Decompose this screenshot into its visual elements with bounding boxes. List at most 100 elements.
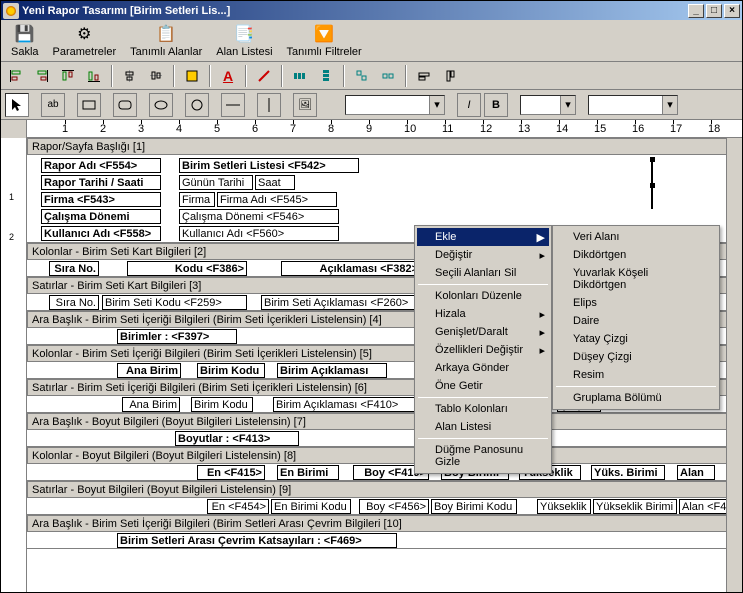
arrange1-button[interactable] (413, 65, 435, 87)
row-sira[interactable]: Sıra No. (49, 295, 99, 310)
menu-duzenle[interactable]: Kolonları Düzenle (417, 287, 549, 305)
menu-genislet[interactable]: Genişlet/Daralt▸ (417, 323, 549, 341)
bold-text-button[interactable]: B (484, 93, 508, 117)
params-button[interactable]: ⚙ Parametreler (47, 22, 123, 59)
col5-kodu[interactable]: Birim Kodu (197, 363, 265, 378)
section-page-header[interactable]: ▶ Rapor/Sayfa Başlığı [1] (27, 138, 742, 155)
row-kodu[interactable]: Birim Seti Kodu <F259> (102, 295, 247, 310)
field-rapor-adi[interactable]: Birim Setleri Listesi <F542> (179, 158, 359, 173)
image-tool[interactable]: 🖼 (293, 93, 317, 117)
italic-button[interactable] (253, 65, 275, 87)
field-saat[interactable]: Saat (255, 175, 295, 190)
label-tarih[interactable]: Rapor Tarihi / Saati (41, 175, 161, 190)
menu-tablo[interactable]: Tablo Kolonları (417, 400, 549, 418)
col-acik[interactable]: Açıklaması <F382> (281, 261, 421, 276)
label-kullanici[interactable]: Kullanıcı Adı <F558> (41, 226, 161, 241)
zoom-combo[interactable]: ▾ (588, 95, 678, 115)
menu-sil[interactable]: Seçili Alanları Sil (417, 264, 549, 282)
italic-text-button[interactable]: I (457, 93, 481, 117)
row9-yuk[interactable]: Yükseklik (537, 499, 591, 514)
col8-alan[interactable]: Alan (677, 465, 715, 480)
ellipse-tool[interactable] (149, 93, 173, 117)
align-right-button[interactable] (31, 65, 53, 87)
submenu-yuvarlak[interactable]: Yuvarlak Köşeli Dikdörtgen (555, 264, 717, 294)
field-firma1[interactable]: Firma (179, 192, 215, 207)
col5-ana[interactable]: Ana Birim (117, 363, 181, 378)
circle-tool[interactable] (185, 93, 209, 117)
center-h-button[interactable] (119, 65, 141, 87)
menu-hizala[interactable]: Hizala▸ (417, 305, 549, 323)
vertical-scrollbar[interactable] (726, 138, 742, 592)
roundrect-tool[interactable] (113, 93, 137, 117)
menu-arkaya[interactable]: Arkaya Gönder (417, 359, 549, 377)
field-cevrim[interactable]: Birim Setleri Arası Çevrim Katsayıları :… (117, 533, 397, 548)
pointer-tool[interactable] (5, 93, 29, 117)
menu-dugme[interactable]: Düğme Panosunu Gizle (417, 441, 549, 471)
section-head7[interactable]: Ara Başlık - Boyut Bilgileri (Boyut Bilg… (27, 413, 742, 430)
font-size-combo[interactable]: ▾ (520, 95, 576, 115)
menu-ekle[interactable]: Ekle▶ (417, 228, 549, 246)
same-size-button[interactable] (181, 65, 203, 87)
label-firma[interactable]: Firma <F543> (41, 192, 161, 207)
submenu-dikdortgen[interactable]: Dikdörtgen (555, 246, 717, 264)
submenu-dusey[interactable]: Düşey Çizgi (555, 348, 717, 366)
maximize-button[interactable]: □ (706, 4, 722, 18)
row9-en[interactable]: En <F454> (207, 499, 269, 514)
col-kodu[interactable]: Kodu <F386> (127, 261, 247, 276)
section-rows9[interactable]: Satırlar - Boyut Bilgileri (Boyut Bilgil… (27, 481, 742, 498)
menu-degistir[interactable]: Değiştir▸ (417, 246, 549, 264)
submenu-resim[interactable]: Resim (555, 366, 717, 384)
row-acik[interactable]: Birim Seti Açıklaması <F260> (261, 295, 421, 310)
minimize-button[interactable]: _ (688, 4, 704, 18)
close-button[interactable]: × (724, 4, 740, 18)
col8-enb[interactable]: En Birimi (277, 465, 339, 480)
submenu-gruplama[interactable]: Gruplama Bölümü (555, 389, 717, 407)
align-top-button[interactable] (57, 65, 79, 87)
rect-tool[interactable] (77, 93, 101, 117)
field-tarih[interactable]: Günün Tarihi (179, 175, 253, 190)
save-button[interactable]: 💾 Sakla (5, 22, 45, 59)
dist-v-button[interactable] (315, 65, 337, 87)
field-boyutlar[interactable]: Boyutlar : <F413> (175, 431, 299, 446)
menu-one[interactable]: Öne Getir (417, 377, 549, 395)
field-list-button[interactable]: 📑 Alan Listesi (210, 22, 278, 59)
field-kullanici[interactable]: Kullanıcı Adı <F560> (179, 226, 339, 241)
field-birimler[interactable]: Birimler : <F397> (117, 329, 237, 344)
submenu-veri[interactable]: Veri Alanı (555, 228, 717, 246)
row6-acik[interactable]: Birim Açıklaması <F410> (273, 397, 423, 412)
arrange2-button[interactable] (439, 65, 461, 87)
field-donem[interactable]: Çalışma Dönemi <F546> (179, 209, 339, 224)
field-firma2[interactable]: Firma Adı <F545> (217, 192, 337, 207)
font-family-combo[interactable]: ▾ (345, 95, 445, 115)
center-v-button[interactable] (145, 65, 167, 87)
filters-button[interactable]: 🔽 Tanımlı Filtreler (281, 22, 368, 59)
submenu-elips[interactable]: Elips (555, 294, 717, 312)
col8-yukb[interactable]: Yüks. Birimi (591, 465, 665, 480)
label-donem[interactable]: Çalışma Dönemi (41, 209, 161, 224)
text-tool[interactable]: ab (41, 93, 65, 117)
menu-ozellik[interactable]: Özellikleri Değiştir▸ (417, 341, 549, 359)
dist-h-button[interactable] (289, 65, 311, 87)
col5-acik[interactable]: Birim Açıklaması (277, 363, 387, 378)
submenu-yatay[interactable]: Yatay Çizgi (555, 330, 717, 348)
col8-en[interactable]: En <F415> (197, 465, 265, 480)
submenu-daire[interactable]: Daire (555, 312, 717, 330)
row9-enb[interactable]: En Birimi Kodu (271, 499, 351, 514)
row6-kodu[interactable]: Birim Kodu (191, 397, 253, 412)
section-cols8[interactable]: Kolonlar - Boyut Bilgileri (Boyut Bilgil… (27, 447, 742, 464)
section-head10[interactable]: Ara Başlık - Birim Seti İçeriği Bilgiler… (27, 515, 742, 532)
align-bottom-button[interactable] (83, 65, 105, 87)
vline-tool[interactable] (257, 93, 281, 117)
ungroup-button[interactable] (377, 65, 399, 87)
row9-yukb[interactable]: Yükseklik Birimi (593, 499, 677, 514)
menu-alan[interactable]: Alan Listesi (417, 418, 549, 436)
row6-ana[interactable]: Ana Birim (122, 397, 180, 412)
hline-tool[interactable] (221, 93, 245, 117)
row9-boy[interactable]: Boy <F456> (359, 499, 429, 514)
font-color-button[interactable]: A (217, 65, 239, 87)
defined-fields-button[interactable]: 📋 Tanımlı Alanlar (124, 22, 208, 59)
align-left-button[interactable] (5, 65, 27, 87)
col-sira[interactable]: Sıra No. (49, 261, 99, 276)
group-button[interactable] (351, 65, 373, 87)
row9-boyb[interactable]: Boy Birimi Kodu (431, 499, 517, 514)
